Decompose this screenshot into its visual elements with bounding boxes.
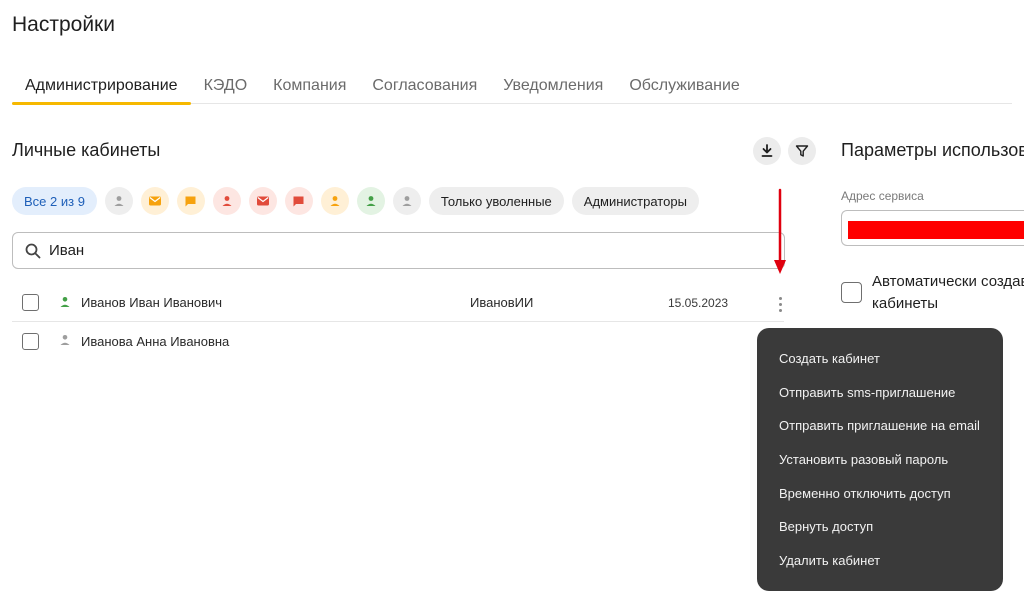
auto-create-label: Автоматически создавать кабинеты: [872, 273, 1024, 312]
row-full-name: Иванова Анна Ивановна: [81, 333, 230, 349]
service-address-label: Адрес сервиса: [841, 189, 924, 203]
email-icon: [148, 196, 161, 206]
chat-icon: [185, 196, 196, 206]
filter-icon: [795, 145, 809, 157]
row-context-menu: Создать кабинет Отправить sms-приглашени…: [757, 328, 1003, 591]
menu-item-restore-access[interactable]: Вернуть доступ: [757, 510, 1003, 544]
person-icon: [330, 196, 340, 206]
chip-status-warning[interactable]: [320, 187, 349, 215]
person-icon: [366, 196, 376, 206]
chip-status-sms-error[interactable]: [284, 187, 313, 215]
page-title: Настройки: [12, 13, 115, 36]
row-checkbox[interactable]: [22, 332, 39, 350]
chip-status-error[interactable]: [212, 187, 241, 215]
chip-status-inactive[interactable]: [104, 187, 133, 215]
tab-company[interactable]: Компания: [260, 72, 359, 104]
row-login: ИвановИИ: [470, 295, 534, 310]
chat-icon: [293, 196, 304, 206]
person-inactive-icon: [60, 335, 70, 345]
person-icon: [222, 196, 232, 206]
menu-item-send-sms-invite[interactable]: Отправить sms-приглашение: [757, 376, 1003, 410]
usage-parameters-title: Параметры использования: [841, 140, 1024, 160]
tab-notifications[interactable]: Уведомления: [490, 72, 616, 104]
chip-all[interactable]: Все 2 из 9: [12, 187, 97, 215]
download-button[interactable]: [753, 137, 781, 165]
tab-kedo[interactable]: КЭДО: [191, 72, 261, 104]
redaction-mark: [848, 221, 1024, 239]
menu-item-send-email-invite[interactable]: Отправить приглашение на email: [757, 409, 1003, 443]
chip-admins[interactable]: Администраторы: [571, 187, 699, 215]
tab-approvals[interactable]: Согласования: [359, 72, 490, 104]
row-menu-button[interactable]: [772, 293, 788, 315]
row-checkbox[interactable]: [22, 294, 39, 311]
menu-item-create-account[interactable]: Создать кабинет: [757, 342, 1003, 376]
tab-maintenance[interactable]: Обслуживание: [616, 72, 752, 104]
section-title-personal-accounts: Личные кабинеты: [12, 140, 161, 160]
table-row[interactable]: Иванова Анна Ивановна: [12, 322, 784, 360]
menu-item-delete-account[interactable]: Удалить кабинет: [757, 544, 1003, 578]
auto-create-checkbox[interactable]: [841, 282, 862, 303]
filter-chips: Все 2 из 9 Только уволенные Администрато…: [12, 187, 707, 215]
person-icon: [402, 196, 412, 206]
chip-status-email-error[interactable]: [248, 187, 277, 215]
chip-status-none[interactable]: [392, 187, 421, 215]
tab-administration[interactable]: Администрирование: [12, 72, 191, 105]
search-icon: [25, 243, 41, 258]
chip-status-active[interactable]: [356, 187, 385, 215]
tabs-bar: Администрирование КЭДО Компания Согласов…: [12, 72, 1012, 105]
chip-status-email-pending[interactable]: [140, 187, 169, 215]
person-active-icon: [60, 297, 70, 307]
person-icon: [114, 196, 124, 206]
annotation-arrow-icon: [774, 188, 786, 274]
menu-item-set-one-time-password[interactable]: Установить разовый пароль: [757, 443, 1003, 477]
row-full-name: Иванов Иван Иванович: [81, 295, 223, 310]
service-address-field[interactable]: [841, 210, 1024, 246]
table-row[interactable]: Иванов Иван Иванович ИвановИИ 15.05.2023: [12, 284, 784, 322]
filter-button[interactable]: [788, 137, 816, 165]
row-date: 15.05.2023: [668, 295, 729, 310]
search-input[interactable]: Иван: [49, 242, 84, 259]
chip-only-fired[interactable]: Только уволенные: [428, 187, 564, 215]
download-icon: [761, 144, 773, 157]
search-field[interactable]: Иван: [12, 232, 785, 269]
menu-item-disable-access[interactable]: Временно отключить доступ: [757, 476, 1003, 510]
email-icon: [256, 196, 269, 206]
chip-status-sms-pending[interactable]: [176, 187, 205, 215]
